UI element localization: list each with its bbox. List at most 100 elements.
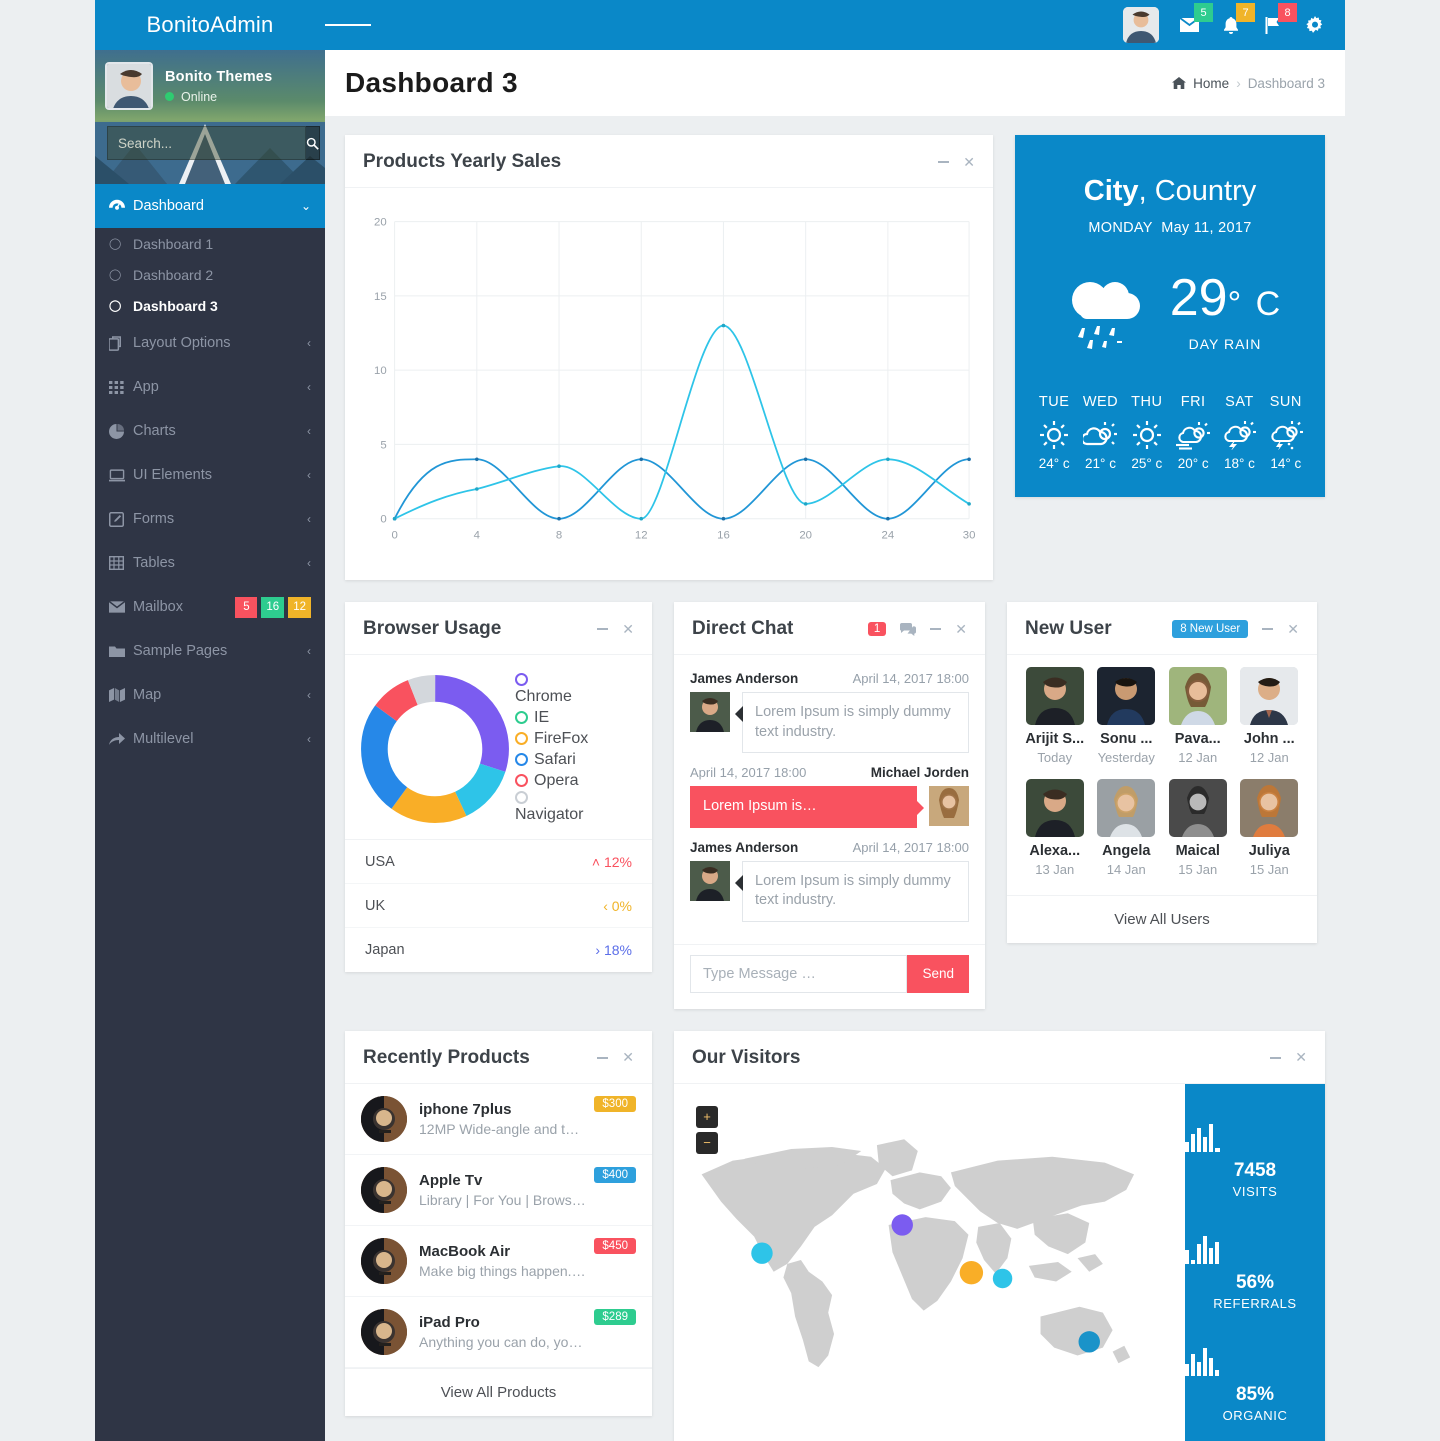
sidebar-item-tables[interactable]: Tables ‹: [95, 541, 325, 585]
user-date: Yesterday: [1097, 750, 1155, 765]
sidebar-item-app[interactable]: App ‹: [95, 365, 325, 409]
dashboard-page: BonitoAdmin Bonito Themes Online Search.…: [0, 0, 1440, 1441]
list-item[interactable]: iPad Pro Anything you can do, you can...…: [345, 1297, 652, 1368]
close-icon[interactable]: ✕: [622, 1049, 634, 1066]
marker-australia[interactable]: [1078, 1330, 1100, 1353]
message-bubble: Lorem Ipsum is…: [690, 786, 924, 828]
list-item[interactable]: Apple Tv Library | For You | Browse | Ra…: [345, 1155, 652, 1226]
user-cell[interactable]: John ... 12 Jan: [1234, 667, 1306, 765]
trend-flat-icon: ‹: [603, 897, 608, 914]
search-input[interactable]: [107, 126, 306, 160]
user-date: 15 Jan: [1249, 862, 1289, 877]
user-cell[interactable]: Angela 14 Jan: [1091, 779, 1163, 877]
close-icon[interactable]: ✕: [955, 621, 967, 638]
notifications-icon[interactable]: 7: [1219, 3, 1255, 37]
user-cell[interactable]: Alexa... 13 Jan: [1019, 779, 1091, 877]
panel-tools: ✕: [938, 154, 975, 171]
marker-usa[interactable]: [751, 1242, 773, 1264]
sidebar-item-ui-elements[interactable]: UI Elements ‹: [95, 453, 325, 497]
sidebar-item-layout-options[interactable]: Layout Options ‹: [95, 321, 325, 365]
new-user-badge: 8 New User: [1172, 620, 1249, 638]
sidebar-item-dashboard-3[interactable]: ◯ Dashboard 3: [95, 290, 325, 321]
product-name: MacBook Air: [419, 1242, 511, 1260]
messages-icon[interactable]: 5: [1177, 3, 1213, 37]
close-icon[interactable]: ✕: [1287, 621, 1299, 638]
weather-forecast: TUE 24° c WED 21° c THU 25° c FRI 20° c …: [1025, 394, 1315, 471]
world-map[interactable]: + −: [674, 1084, 1185, 1441]
chat-input[interactable]: [690, 954, 908, 993]
marker-india[interactable]: [992, 1268, 1013, 1289]
breadcrumb-home[interactable]: Home: [1193, 76, 1229, 91]
sidebar: BonitoAdmin Bonito Themes Online Search.…: [95, 0, 325, 1441]
hamburger-icon[interactable]: [325, 21, 371, 29]
marker-middle-east[interactable]: [959, 1260, 984, 1285]
user-avatar-image: [1123, 7, 1159, 43]
minimize-icon[interactable]: [597, 628, 609, 630]
sidebar-item-dashboard[interactable]: Dashboard ⌄: [95, 184, 325, 228]
stat-value: 85%: [1235, 1384, 1275, 1406]
user-name: Alexa...: [1029, 843, 1081, 859]
message-row: Lorem Ipsum is simply dummy text industr…: [690, 860, 969, 922]
sidebar-item-charts[interactable]: Charts ‹: [95, 409, 325, 453]
comments-icon[interactable]: [900, 622, 917, 636]
brand-logo[interactable]: BonitoAdmin: [95, 0, 325, 50]
avatar[interactable]: [105, 62, 153, 110]
close-icon[interactable]: ✕: [963, 154, 975, 171]
minimize-icon[interactable]: [1262, 628, 1274, 630]
user-cell[interactable]: Sonu ... Yesterday: [1091, 667, 1163, 765]
message-header: James Anderson April 14, 2017 18:00: [690, 671, 969, 686]
user-name: Bonito Themes: [165, 68, 273, 85]
sidebar-item-sample-pages[interactable]: Sample Pages ‹: [95, 629, 325, 673]
product-image: [361, 1237, 407, 1284]
search-button[interactable]: [306, 126, 320, 160]
chat-input-row: Send: [674, 943, 985, 1009]
minimize-icon[interactable]: [930, 628, 942, 630]
zoom-in-button[interactable]: +: [696, 1105, 718, 1128]
panel-title: Recently Products: [363, 1046, 530, 1068]
product-image: [361, 1166, 407, 1213]
list-item[interactable]: iphone 7plus 12MP Wide-angle and telepho…: [345, 1084, 652, 1155]
user-cell[interactable]: Maical 15 Jan: [1162, 779, 1234, 877]
sidebar-item-mailbox[interactable]: Mailbox 5 16 12: [95, 585, 325, 629]
settings-icon[interactable]: [1303, 13, 1327, 37]
marker-europe[interactable]: [891, 1214, 913, 1236]
sidebar-item-map[interactable]: Map ‹: [95, 673, 325, 717]
stat-referrals: 56% REFERRALS: [1185, 1236, 1325, 1311]
sidebar-item-dashboard-2[interactable]: ◯ Dashboard 2: [95, 259, 325, 290]
list-item[interactable]: MacBook Air Make big things happen. All …: [345, 1226, 652, 1297]
sidebar-item-label: Layout Options: [133, 335, 231, 351]
bar-chart-icon: [1185, 1124, 1220, 1153]
sidebar-item-forms[interactable]: Forms ‹: [95, 497, 325, 541]
panel-our-visitors: Our Visitors ✕ + − 7458 VISITS 56% REFER…: [674, 1030, 1325, 1441]
forecast-day: THU 25° c: [1124, 394, 1170, 471]
user-cell[interactable]: Juliya 15 Jan: [1234, 779, 1306, 877]
circle-icon: ◯: [109, 238, 122, 250]
minimize-icon[interactable]: [597, 1056, 609, 1059]
user-cell[interactable]: Arijit S... Today: [1019, 667, 1091, 765]
send-button[interactable]: Send: [907, 954, 969, 993]
topbar-avatar[interactable]: [1123, 7, 1159, 43]
tasks-icon[interactable]: 8: [1261, 3, 1297, 37]
view-all-products-link[interactable]: View All Products: [345, 1367, 652, 1416]
minimize-icon[interactable]: [938, 161, 950, 163]
sidebar-menu: Dashboard ⌄ ◯ Dashboard 1 ◯ Dashboard 2 …: [95, 184, 325, 761]
chevron-down-icon: ⌄: [300, 199, 311, 213]
country-name: USA: [365, 853, 395, 870]
product-name: iPad Pro: [419, 1313, 480, 1331]
legend-item-chrome: [515, 672, 588, 686]
stat-value: 7458: [1233, 1160, 1277, 1182]
close-icon[interactable]: ✕: [622, 621, 634, 638]
zoom-out-button[interactable]: −: [696, 1131, 718, 1154]
sidebar-item-dashboard-1[interactable]: ◯ Dashboard 1: [95, 228, 325, 259]
product-text: MacBook Air Make big things happen. All …: [419, 1243, 586, 1279]
avatar: [1168, 779, 1227, 837]
weather-temp-value: 29: [1169, 269, 1228, 327]
user-cell[interactable]: Pava... 12 Jan: [1162, 667, 1234, 765]
sidebar-item-label: UI Elements: [133, 467, 212, 483]
view-all-users-link[interactable]: View All Users: [1007, 895, 1317, 943]
search-icon: [306, 137, 319, 150]
minimize-icon[interactable]: [1270, 1056, 1282, 1059]
svg-text:0: 0: [380, 514, 386, 526]
close-icon[interactable]: ✕: [1295, 1049, 1307, 1066]
sidebar-item-multilevel[interactable]: Multilevel ‹: [95, 717, 325, 761]
